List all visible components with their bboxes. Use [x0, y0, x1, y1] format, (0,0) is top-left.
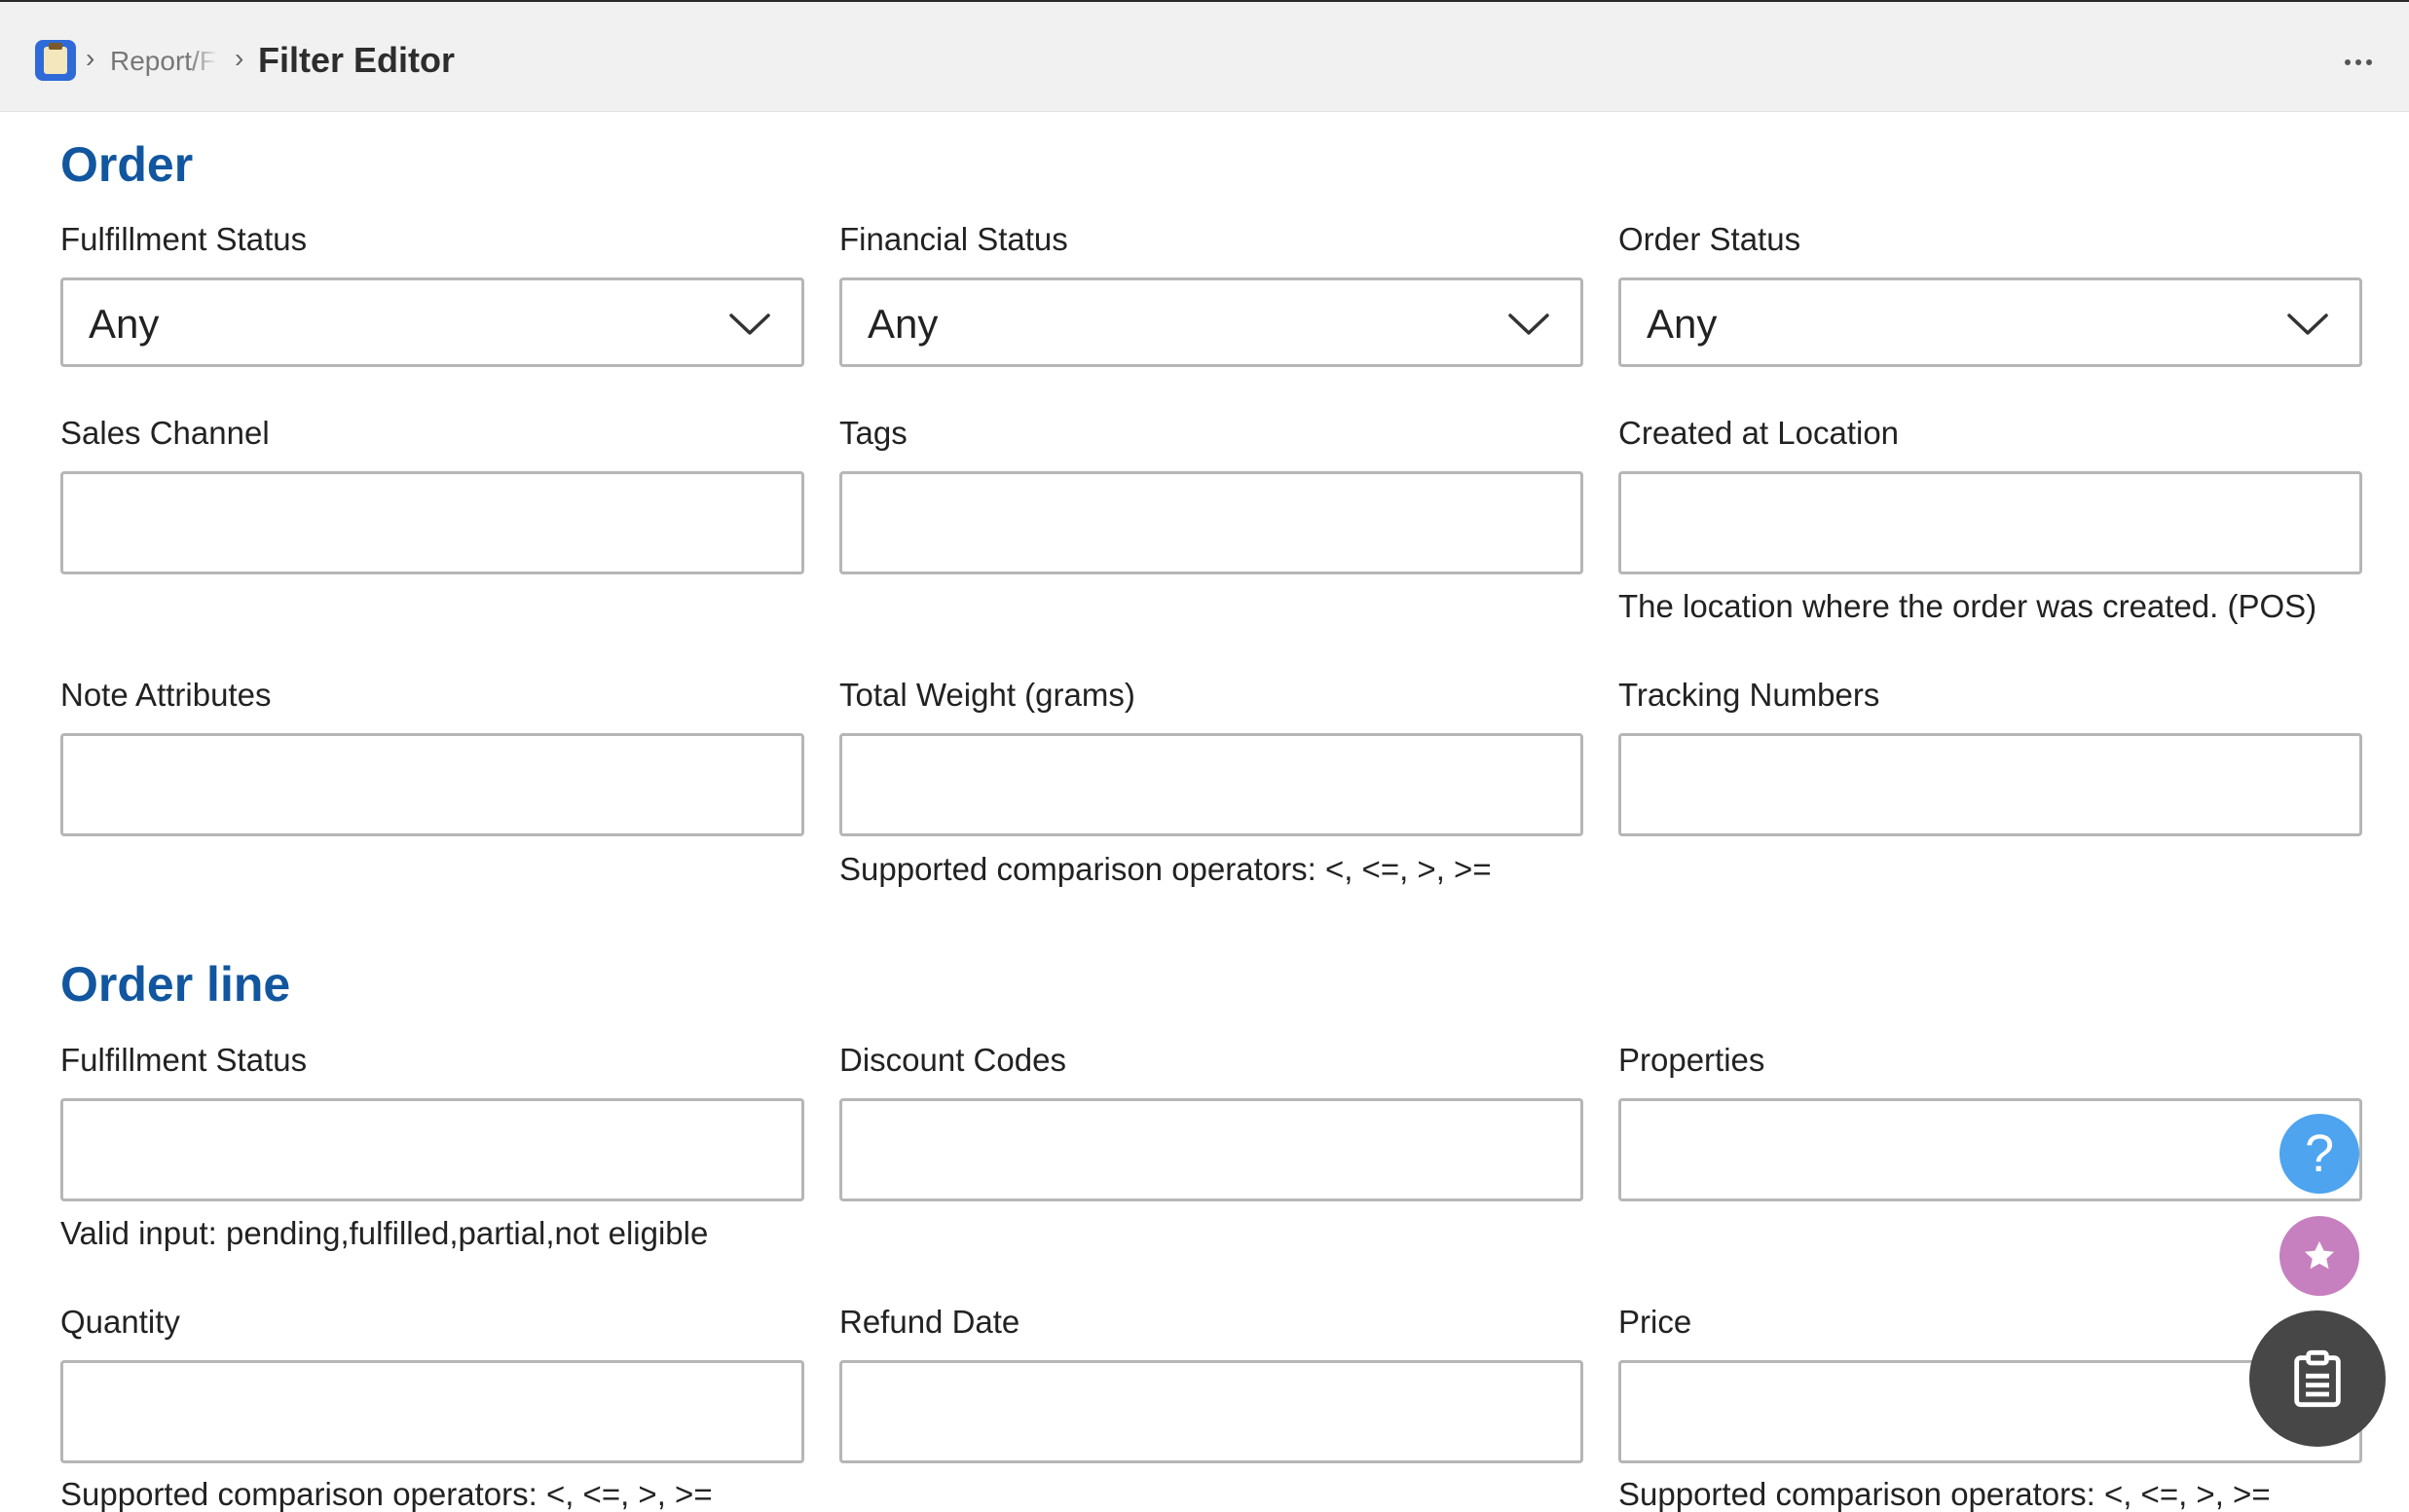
discount-codes-label: Discount Codes	[839, 1042, 1066, 1078]
tags-input[interactable]	[839, 471, 1583, 574]
chevron-down-icon	[1508, 313, 1549, 335]
help-icon: ?	[2304, 1125, 2335, 1183]
financial-status-select[interactable]: Any	[839, 277, 1583, 367]
breadcrumb-separator-icon: ›	[235, 43, 244, 73]
more-options-icon[interactable]	[2335, 47, 2382, 78]
fulfillment-status-select[interactable]: Any	[60, 277, 804, 367]
clipboard-icon	[2294, 1349, 2341, 1408]
total-weight-input[interactable]	[839, 733, 1583, 836]
financial-status-value: Any	[868, 301, 939, 347]
order-status-select[interactable]: Any	[1618, 277, 2362, 367]
clipboard-button[interactable]	[2249, 1310, 2386, 1447]
line-fulfillment-status-label: Fulfillment Status	[60, 1042, 308, 1078]
breadcrumb-parent-link[interactable]: Report/F	[110, 46, 217, 79]
financial-status-label: Financial Status	[839, 221, 1068, 257]
notepad-icon[interactable]	[35, 40, 76, 81]
help-button[interactable]: ?	[2279, 1114, 2359, 1194]
created-at-location-help: The location where the order was created…	[1618, 588, 2317, 624]
fulfillment-status-value: Any	[89, 301, 160, 347]
total-weight-help: Supported comparison operators: <, <=, >…	[839, 851, 1492, 887]
tags-label: Tags	[839, 415, 908, 451]
sales-channel-label: Sales Channel	[60, 415, 270, 451]
price-label: Price	[1618, 1304, 1692, 1340]
tracking-numbers-label: Tracking Numbers	[1618, 677, 1880, 713]
chevron-down-icon	[2287, 313, 2328, 335]
created-at-location-label: Created at Location	[1618, 415, 1900, 451]
refund-date-label: Refund Date	[839, 1304, 1020, 1340]
price-help: Supported comparison operators: <, <=, >…	[1618, 1476, 2271, 1512]
fulfillment-status-label: Fulfillment Status	[60, 221, 308, 257]
line-fulfillment-status-input[interactable]	[60, 1098, 804, 1201]
note-attributes-label: Note Attributes	[60, 677, 272, 713]
page-title: Filter Editor	[258, 40, 456, 80]
favorite-button[interactable]	[2279, 1216, 2359, 1296]
order-status-label: Order Status	[1618, 221, 1801, 257]
line-fulfillment-status-help: Valid input: pending,fulfilled,partial,n…	[60, 1215, 709, 1251]
section-title-order-line: Order line	[60, 957, 291, 1012]
quantity-input[interactable]	[60, 1360, 804, 1463]
refund-date-input[interactable]	[839, 1360, 1583, 1463]
note-attributes-input[interactable]	[60, 733, 804, 836]
properties-label: Properties	[1618, 1042, 1765, 1078]
breadcrumb-separator-icon: ›	[86, 43, 95, 73]
sales-channel-input[interactable]	[60, 471, 804, 574]
properties-input[interactable]	[1618, 1098, 2362, 1201]
top-bar: › Report/F › Filter Editor	[0, 0, 2409, 112]
section-title-order: Order	[60, 137, 194, 192]
discount-codes-input[interactable]	[839, 1098, 1583, 1201]
order-status-value: Any	[1647, 301, 1718, 347]
star-icon	[2304, 1240, 2335, 1270]
chevron-down-icon	[729, 313, 770, 335]
tracking-numbers-input[interactable]	[1618, 733, 2362, 836]
total-weight-label: Total Weight (grams)	[839, 677, 1135, 713]
quantity-label: Quantity	[60, 1304, 180, 1340]
created-at-location-input[interactable]	[1618, 471, 2362, 574]
quantity-help: Supported comparison operators: <, <=, >…	[60, 1476, 713, 1512]
